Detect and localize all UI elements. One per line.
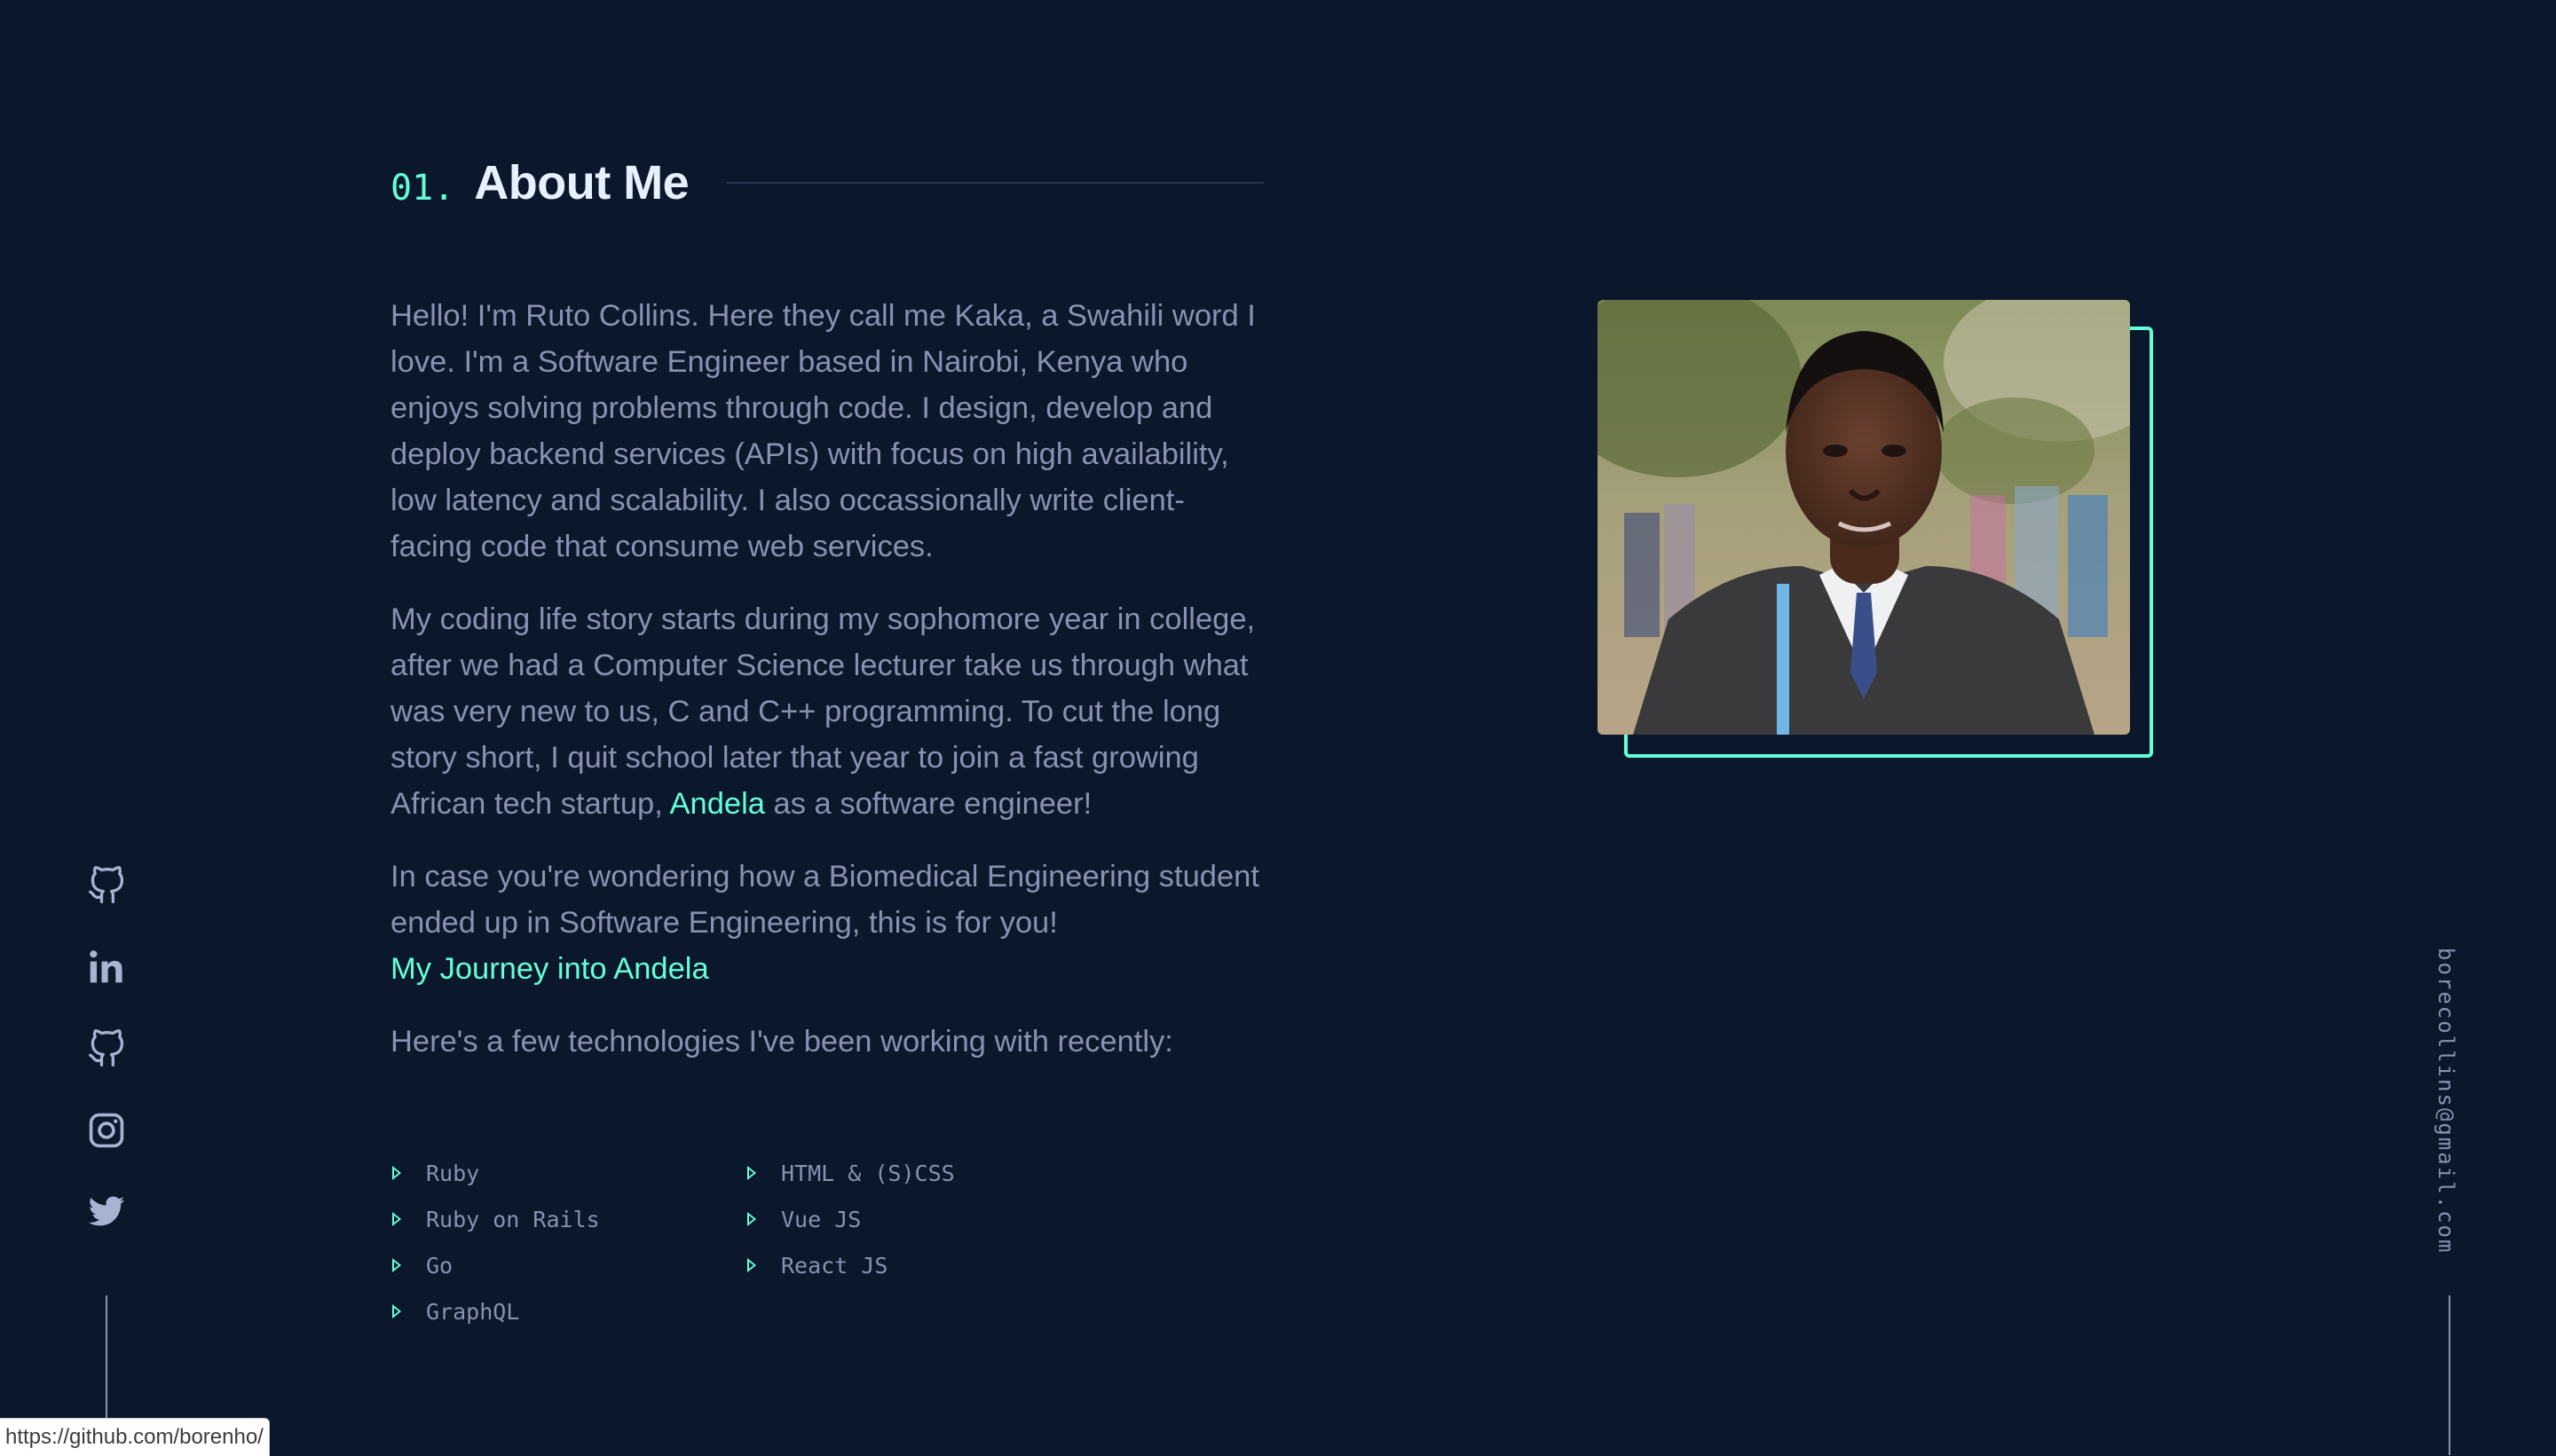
github-icon[interactable] [87,1029,126,1068]
triangle-icon [747,1212,756,1226]
section-title: About Me [474,156,690,209]
social-links [78,866,135,1274]
twitter-icon[interactable] [87,1192,126,1232]
technology-item: Vue JS [746,1196,1100,1242]
section-number: 01. [390,168,455,209]
about-paragraph-3: In case you're wondering how a Biomedica… [390,854,1260,992]
triangle-icon [392,1258,401,1272]
link-status-bar: https://github.com/borenho/ [0,1418,270,1456]
github-icon[interactable] [87,866,126,905]
technology-label: Vue JS [781,1206,862,1232]
email-link[interactable]: borecollins@gmail.com [2434,948,2458,1254]
technology-item: Go [390,1242,746,1288]
technology-label: HTML & (S)CSS [781,1160,955,1186]
technology-label: React JS [781,1252,888,1279]
triangle-icon [392,1212,401,1226]
triangle-icon [747,1258,756,1272]
triangle-icon [392,1304,401,1318]
technology-item: Ruby on Rails [390,1196,746,1242]
about-paragraph-1: Hello! I'm Ruto Collins. Here they call … [390,299,1256,563]
triangle-icon [747,1166,756,1180]
profile-photo-container [1598,300,2153,758]
technology-item: React JS [746,1242,1100,1288]
about-text: Hello! I'm Ruto Collins. Here they call … [390,293,1260,1091]
instagram-icon[interactable] [87,1111,126,1150]
about-heading: 01. About Me [390,151,1264,215]
technology-label: Go [426,1252,454,1279]
technology-item: GraphQL [390,1288,746,1334]
about-paragraph-3-text: In case you're wondering how a Biomedica… [390,860,1259,940]
profile-photo[interactable] [1598,300,2130,735]
triangle-icon [392,1166,401,1180]
about-paragraph-2: My coding life story starts during my so… [390,596,1260,827]
andela-link[interactable]: Andela [670,787,765,821]
technology-label: GraphQL [426,1298,520,1325]
technology-item: HTML & (S)CSS [746,1150,1100,1196]
about-paragraph-2-end: as a software engineer! [764,787,1093,821]
about-paragraph-4: Here's a few technologies I've been work… [390,1025,1173,1059]
linkedin-icon[interactable] [87,948,126,987]
technology-label: Ruby on Rails [426,1206,600,1232]
technology-item: Ruby [390,1150,746,1196]
journey-link[interactable]: My Journey into Andela [390,952,709,986]
email-side-line [2449,1295,2450,1455]
technology-list: Ruby Ruby on Rails Go GraphQL HTML & (S)… [390,1150,1100,1334]
heading-divider [726,182,1264,184]
technology-label: Ruby [426,1160,480,1186]
